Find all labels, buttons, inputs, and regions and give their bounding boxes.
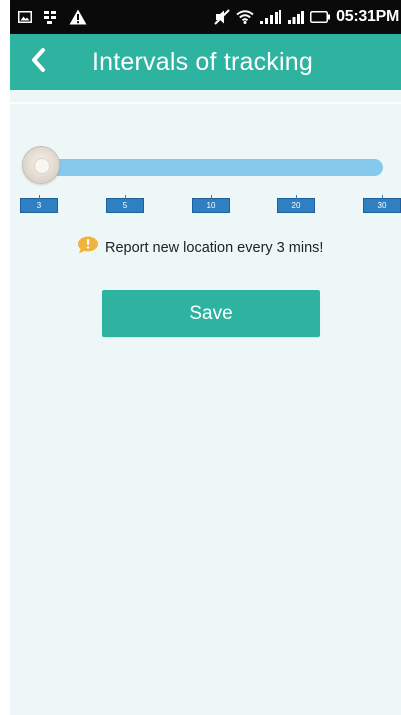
chevron-left-icon [30, 47, 46, 77]
status-time: 05:31PM [336, 8, 399, 25]
speech-bubble-alert-icon [77, 236, 99, 259]
status-bar-right: 05:31PM [214, 8, 401, 26]
app-bar: Intervals of tracking [10, 34, 401, 90]
tick-label-3[interactable]: 3 [20, 195, 58, 213]
interval-slider-track[interactable] [30, 159, 383, 176]
info-text: Report new location every 3 mins! [105, 239, 324, 256]
image-icon [18, 11, 32, 23]
header-divider [10, 102, 401, 104]
warning-icon [69, 9, 87, 25]
tick-label-30[interactable]: 30 [363, 195, 401, 213]
content-area: 3 5 10 20 30 Report new location every 3… [10, 90, 401, 715]
mute-icon [214, 9, 230, 25]
tick-label-5[interactable]: 5 [106, 195, 144, 213]
interval-slider-handle[interactable] [22, 146, 60, 184]
save-button[interactable]: Save [102, 290, 320, 337]
tick-label-20[interactable]: 20 [277, 195, 315, 213]
battery-icon [310, 11, 331, 23]
device-screen: 05:31PM Intervals of tracking 3 5 10 20 … [0, 0, 401, 715]
back-button[interactable] [10, 34, 66, 90]
status-bar: 05:31PM [10, 0, 401, 34]
signal-icon [288, 10, 305, 24]
wifi-icon [236, 10, 254, 24]
tick-label-10[interactable]: 10 [192, 195, 230, 213]
bb-icon [44, 10, 57, 24]
page-title: Intervals of tracking [92, 47, 313, 76]
status-bar-left [10, 9, 87, 25]
info-message: Report new location every 3 mins! [77, 236, 323, 259]
data-signal-icon [260, 10, 282, 24]
